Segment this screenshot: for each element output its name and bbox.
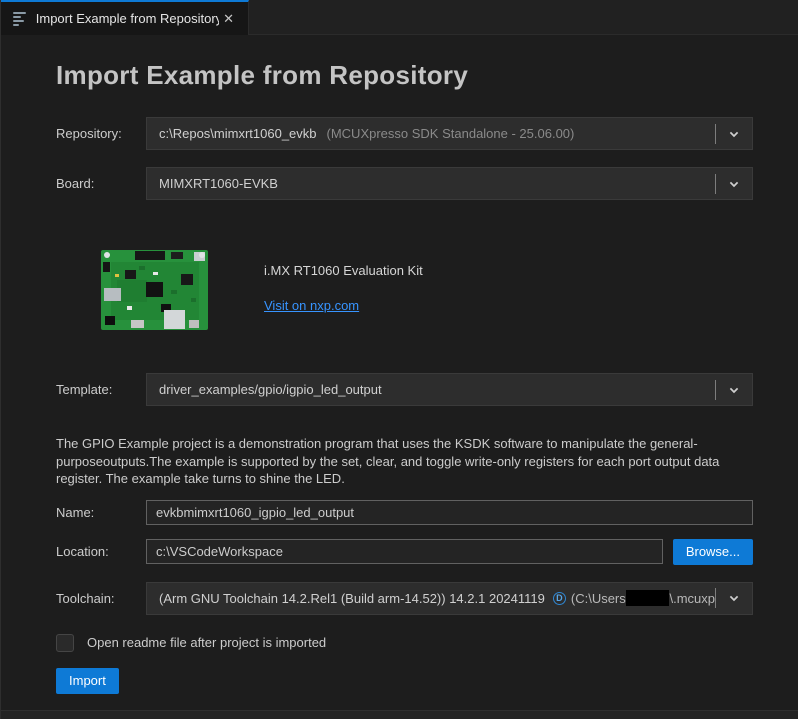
- bottom-panel-edge: [1, 710, 798, 719]
- board-info: i.MX RT1060 Evaluation Kit Visit on nxp.…: [264, 250, 423, 315]
- redacted-username: [626, 590, 670, 606]
- board-dropdown-content: MIMXRT1060-EVKB: [147, 176, 715, 191]
- toolchain-path-suffix: \.mcuxp: [669, 591, 715, 606]
- tab-bar: Import Example from Repository ✕: [1, 0, 798, 35]
- name-row: Name:: [56, 500, 753, 525]
- board-label: Board:: [56, 176, 146, 191]
- location-input[interactable]: [146, 539, 663, 564]
- location-label: Location:: [56, 544, 146, 559]
- board-row: Board: MIMXRT1060-EVKB: [56, 167, 753, 200]
- readme-checkbox-row: Open readme file after project is import…: [56, 634, 753, 652]
- board-dropdown-tail: [715, 168, 752, 199]
- location-row: Location: Browse...: [56, 539, 753, 565]
- list-lines-icon: [13, 12, 28, 26]
- chevron-down-icon[interactable]: [716, 374, 752, 405]
- repository-dropdown-tail: [715, 118, 752, 149]
- toolchain-value: (Arm GNU Toolchain 14.2.Rel1 (Build arm-…: [159, 591, 545, 606]
- name-label: Name:: [56, 505, 146, 520]
- board-image: [101, 250, 208, 330]
- template-label: Template:: [56, 382, 146, 397]
- repository-dropdown[interactable]: c:\Repos\mimxrt1060_evkb (MCUXpresso SDK…: [146, 117, 753, 150]
- board-value: MIMXRT1060-EVKB: [159, 176, 278, 191]
- tab-title: Import Example from Repository: [36, 11, 219, 26]
- import-form: Import Example from Repository Repositor…: [1, 60, 798, 694]
- template-dropdown[interactable]: driver_examples/gpio/igpio_led_output: [146, 373, 753, 406]
- location-field-wrap: Browse...: [146, 539, 753, 565]
- readme-checkbox[interactable]: [56, 634, 74, 652]
- template-value: driver_examples/gpio/igpio_led_output: [159, 382, 382, 397]
- repository-row: Repository: c:\Repos\mimxrt1060_evkb (MC…: [56, 117, 753, 150]
- template-row: Template: driver_examples/gpio/igpio_led…: [56, 373, 753, 406]
- browse-button[interactable]: Browse...: [673, 539, 753, 565]
- toolchain-row: Toolchain: (Arm GNU Toolchain 14.2.Rel1 …: [56, 582, 753, 615]
- readme-checkbox-label: Open readme file after project is import…: [87, 635, 326, 650]
- repository-label: Repository:: [56, 126, 146, 141]
- toolchain-label: Toolchain:: [56, 591, 146, 606]
- template-dropdown-content: driver_examples/gpio/igpio_led_output: [147, 382, 715, 397]
- toolchain-path-prefix: (C:\Users: [571, 591, 626, 606]
- board-name: i.MX RT1060 Evaluation Kit: [264, 263, 423, 278]
- repository-value: c:\Repos\mimxrt1060_evkb: [159, 126, 317, 141]
- tab-bar-empty-space: [249, 0, 798, 35]
- import-example-panel: Import Example from Repository ✕ Import …: [0, 0, 798, 719]
- board-preview-section: i.MX RT1060 Evaluation Kit Visit on nxp.…: [101, 250, 753, 330]
- page-title: Import Example from Repository: [56, 60, 753, 91]
- repository-annotation: (MCUXpresso SDK Standalone - 25.06.00): [327, 126, 575, 141]
- chevron-down-icon[interactable]: [716, 583, 752, 614]
- template-description: The GPIO Example project is a demonstrat…: [56, 435, 753, 488]
- import-button[interactable]: Import: [56, 668, 119, 694]
- toolchain-dropdown-tail: [715, 583, 752, 614]
- board-dropdown[interactable]: MIMXRT1060-EVKB: [146, 167, 753, 200]
- default-toolchain-badge-icon: D: [553, 592, 566, 605]
- toolchain-dropdown-content: (Arm GNU Toolchain 14.2.Rel1 (Build arm-…: [147, 590, 715, 606]
- tab-import-example[interactable]: Import Example from Repository ✕: [1, 0, 249, 35]
- visit-nxp-link[interactable]: Visit on nxp.com: [264, 298, 359, 313]
- toolchain-dropdown[interactable]: (Arm GNU Toolchain 14.2.Rel1 (Build arm-…: [146, 582, 753, 615]
- name-input[interactable]: [146, 500, 753, 525]
- chevron-down-icon[interactable]: [716, 118, 752, 149]
- close-icon[interactable]: ✕: [219, 9, 238, 29]
- chevron-down-icon[interactable]: [716, 168, 752, 199]
- template-dropdown-tail: [715, 374, 752, 405]
- repository-dropdown-content: c:\Repos\mimxrt1060_evkb (MCUXpresso SDK…: [147, 126, 715, 141]
